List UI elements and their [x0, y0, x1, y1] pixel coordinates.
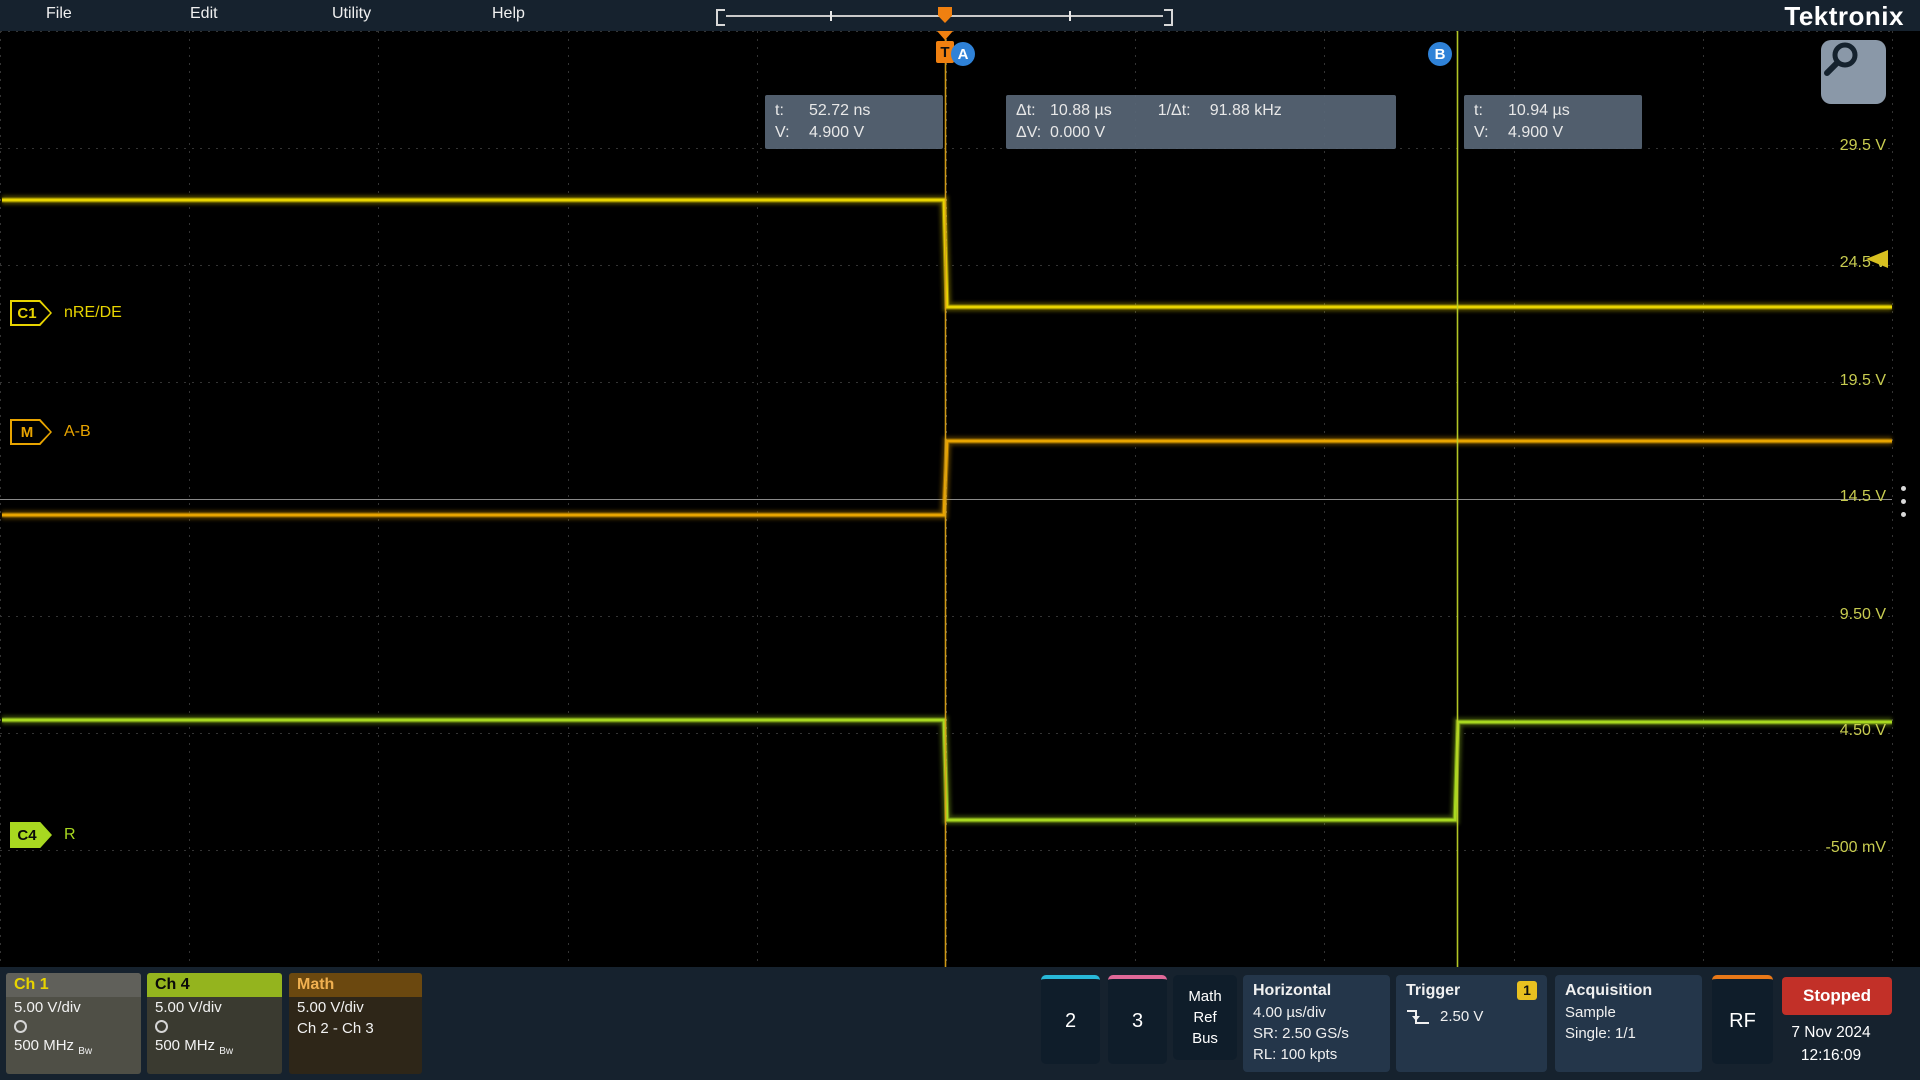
- datetime: 7 Nov 2024 12:16:09: [1770, 1021, 1892, 1067]
- zoom-button[interactable]: [1821, 40, 1886, 104]
- delta-v-value: 0.000 V: [1050, 122, 1105, 144]
- channel-1-bandwidth: 500 MHz: [14, 1037, 74, 1054]
- acquisition-mode: Sample: [1565, 1002, 1692, 1023]
- channel-1-title: Ch 1: [6, 973, 141, 997]
- math-panel[interactable]: Math 5.00 V/div Ch 2 - Ch 3: [289, 973, 422, 1074]
- acquisition-single: Single: 1/1: [1565, 1023, 1692, 1044]
- horizontal-record-length: RL: 100 kpts: [1253, 1044, 1380, 1065]
- scale-label-4: 14.5 V: [1776, 488, 1886, 506]
- scale-label-5: 9.50 V: [1776, 606, 1886, 624]
- cursor-b-v-value: 4.900 V: [1508, 122, 1563, 144]
- horizontal-panel[interactable]: Horizontal 4.00 µs/div SR: 2.50 GS/s RL:…: [1243, 975, 1390, 1072]
- math-title: Math: [289, 973, 422, 997]
- cursor-b-t-label: t:: [1474, 100, 1508, 122]
- falling-edge-icon: [1406, 1007, 1430, 1027]
- delta-t-label: Δt:: [1016, 100, 1050, 122]
- graticule-and-traces: [0, 31, 1920, 967]
- channel-1-bw-sub: Bw: [78, 1046, 92, 1057]
- trigger-source-badge: 1: [1517, 981, 1537, 1000]
- probe-icon: [155, 1020, 168, 1033]
- cursor-b-readout: t:10.94 µs V:4.900 V: [1464, 95, 1642, 149]
- channel-4-vdiv: 5.00 V/div: [147, 997, 282, 1018]
- status-bar: Ch 1 5.00 V/div 500 MHz Bw Ch 4 5.00 V/d…: [0, 967, 1920, 1080]
- cursor-a-t-value: 52.72 ns: [809, 100, 870, 122]
- inv-delta-t-value: 91.88 kHz: [1210, 100, 1282, 122]
- cursor-a-v-value: 4.900 V: [809, 122, 864, 144]
- scale-label-3: 19.5 V: [1776, 372, 1886, 390]
- horizontal-sample-rate: SR: 2.50 GS/s: [1253, 1023, 1380, 1044]
- menu-edit[interactable]: Edit: [190, 5, 218, 23]
- slider-cursor-b-tick: [1069, 11, 1071, 21]
- trigger-level: 2.50 V: [1440, 1006, 1483, 1027]
- oscilloscope-screen: File Edit Utility Help Tektronix: [0, 0, 1920, 1080]
- delta-t-value: 10.88 µs: [1050, 100, 1112, 122]
- channel-4-bandwidth: 500 MHz: [155, 1037, 215, 1054]
- menu-help[interactable]: Help: [492, 5, 525, 23]
- channel-4-panel[interactable]: Ch 4 5.00 V/div 500 MHz Bw: [147, 973, 282, 1074]
- cursor-b-badge[interactable]: B: [1428, 42, 1452, 66]
- math-source: Ch 2 - Ch 3: [289, 1018, 422, 1039]
- acquisition-panel[interactable]: Acquisition Sample Single: 1/1: [1555, 975, 1702, 1072]
- math-trace-label: A-B: [64, 423, 91, 441]
- channel-2-button[interactable]: 2: [1041, 975, 1100, 1064]
- cursor-b-t-value: 10.94 µs: [1508, 100, 1570, 122]
- channel-level-marker-icon[interactable]: [1866, 250, 1888, 268]
- date: 7 Nov 2024: [1770, 1021, 1892, 1044]
- tektronix-logo: Tektronix: [1784, 1, 1904, 32]
- delta-v-label: ΔV:: [1016, 122, 1050, 144]
- acquisition-title: Acquisition: [1565, 979, 1692, 1002]
- channel-3-button[interactable]: 3: [1108, 975, 1167, 1064]
- horizontal-scale: 4.00 µs/div: [1253, 1002, 1380, 1023]
- channel-4-bw-sub: Bw: [219, 1046, 233, 1057]
- inv-delta-t-label: 1/Δt:: [1158, 100, 1210, 122]
- menu-bar: File Edit Utility Help Tektronix: [0, 0, 1920, 31]
- rf-button[interactable]: RF: [1712, 975, 1773, 1064]
- math-ref-bus-button[interactable]: Math Ref Bus: [1173, 975, 1237, 1060]
- stopped-status-button[interactable]: Stopped: [1782, 977, 1892, 1015]
- trigger-panel[interactable]: Trigger 1 2.50 V: [1396, 975, 1547, 1072]
- horizontal-position-slider[interactable]: [716, 6, 1173, 26]
- slider-right-bracket-icon: [1164, 9, 1173, 26]
- channel-1-trace-label: nRE/DE: [64, 304, 122, 322]
- cursor-delta-readout: Δt: 10.88 µs 1/Δt: 91.88 kHz ΔV:0.000 V: [1006, 95, 1396, 149]
- trigger-title: Trigger: [1406, 979, 1460, 1002]
- cursor-a-readout: t:52.72 ns V:4.900 V: [765, 95, 943, 149]
- scale-label-6: 4.50 V: [1776, 722, 1886, 740]
- horizontal-title: Horizontal: [1253, 979, 1380, 1002]
- probe-icon: [14, 1020, 27, 1033]
- menu-utility[interactable]: Utility: [332, 5, 371, 23]
- trigger-position-marker-icon[interactable]: [938, 7, 952, 23]
- channel-4-trace-label: R: [64, 826, 76, 844]
- cursor-a-badge[interactable]: A: [951, 42, 975, 66]
- channel-1-panel[interactable]: Ch 1 5.00 V/div 500 MHz Bw: [6, 973, 141, 1074]
- scale-label-7: -500 mV: [1776, 839, 1886, 857]
- channel-4-title: Ch 4: [147, 973, 282, 997]
- waveform-display[interactable]: T A B t:52.72 ns V:4.900 V Δt: 10.88 µs …: [0, 31, 1920, 967]
- cursor-b-v-label: V:: [1474, 122, 1508, 144]
- channel-1-vdiv: 5.00 V/div: [6, 997, 141, 1018]
- trigger-indicator-arrow-icon[interactable]: [937, 31, 953, 40]
- menu-file[interactable]: File: [46, 5, 72, 23]
- magnifier-icon: [1821, 40, 1861, 80]
- time: 12:16:09: [1770, 1044, 1892, 1067]
- slider-left-bracket-icon: [716, 9, 725, 26]
- side-menu-grip-icon[interactable]: [1901, 486, 1906, 517]
- scale-label-1: 29.5 V: [1776, 137, 1886, 155]
- cursor-a-v-label: V:: [775, 122, 809, 144]
- slider-cursor-a-tick: [830, 11, 832, 21]
- cursor-a-t-label: t:: [775, 100, 809, 122]
- math-vdiv: 5.00 V/div: [289, 997, 422, 1018]
